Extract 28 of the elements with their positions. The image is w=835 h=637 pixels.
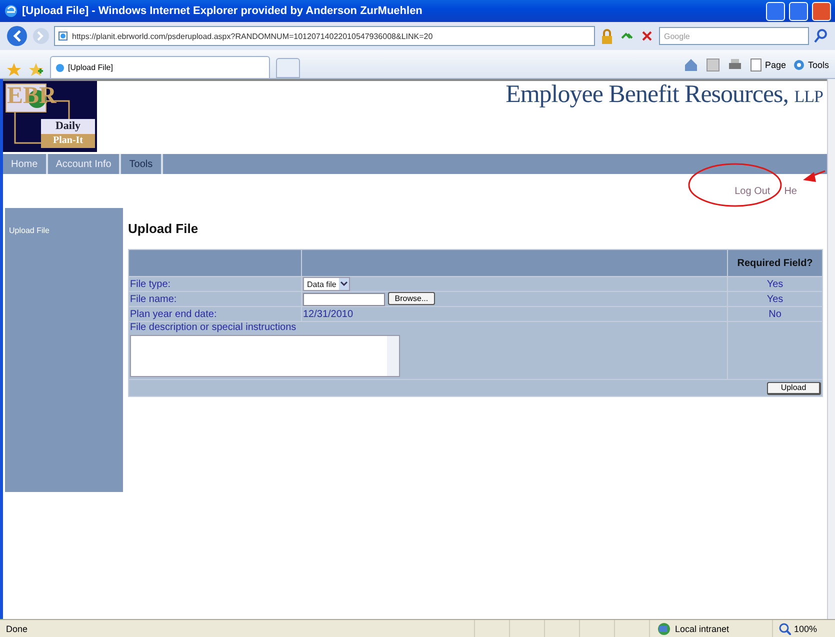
browse-button[interactable]: Browse... [388,292,436,306]
field-label: File type: [128,276,302,292]
zoom-control[interactable]: 100% [772,620,835,637]
required-value: Yes [728,292,822,306]
logo-text: Plan-It [52,135,84,146]
field-label: File description or special instructions [130,322,298,333]
window-title: [Upload File] - Windows Internet Explorer provided by Anderson ZurMuehlen [22,5,424,17]
upload-button[interactable]: Upload [767,382,821,394]
address-field[interactable]: https://planit.ebrworld.com/psderupload.aspx?RANDOMNUM=10120714022010547936008&LINK=20 [54,26,595,46]
tools-menu[interactable]: Tools [792,58,829,72]
page-heading: Upload File [128,221,200,236]
field-label: Plan year end date: [128,306,302,322]
company-name: Employee Benefit Resources, LLP [506,81,824,109]
required-value: No [728,306,822,322]
field-value: 12/31/2010 [303,308,354,320]
browser-tab[interactable]: [Upload File] [50,56,270,78]
required-value: Yes [728,276,822,292]
help-link[interactable]: He [784,186,797,196]
zone-text: Local intranet [675,624,730,634]
logo-text: Daily [54,120,82,132]
logout-link[interactable]: Log Out [734,186,770,196]
file-type-dropdown[interactable]: Data file [303,277,350,291]
logo-text: EBR [7,83,56,110]
field-label: File name: [128,292,302,306]
nav-tab[interactable]: Tools [121,154,163,174]
page-menu[interactable]: Page [748,58,786,72]
column-header: Required Field? [728,250,822,276]
status-text: Done [6,624,29,634]
